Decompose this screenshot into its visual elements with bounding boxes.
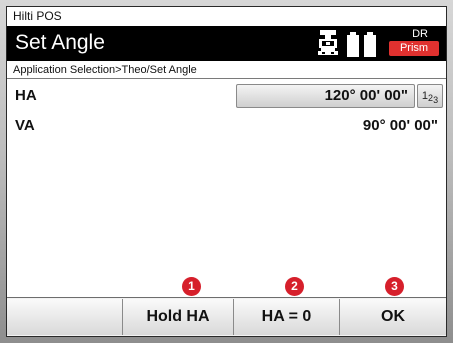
page-title: Set Angle <box>15 31 105 54</box>
app-title: Hilti POS <box>7 7 446 25</box>
header-bar: Set Angle DR Prism <box>7 26 446 61</box>
softkey-blank[interactable] <box>7 299 123 335</box>
instrument-icon <box>317 29 339 62</box>
callout-marker-2: 2 <box>285 277 304 296</box>
ok-button[interactable]: OK <box>340 299 446 335</box>
ha-row: HA 120° 00' 00" 123 <box>7 84 446 110</box>
numeric-input-label-3: 3 <box>433 95 439 105</box>
callout-marker-3: 3 <box>385 277 404 296</box>
ha-zero-button[interactable]: HA = 0 <box>234 299 340 335</box>
battery-icon <box>345 29 379 62</box>
target-type-badge[interactable]: Prism <box>389 41 439 56</box>
va-value: 90° 00' 00" <box>362 117 438 134</box>
numeric-input-button[interactable]: 123 <box>417 84 443 108</box>
softkey-bar: Hold HA HA = 0 OK <box>7 297 446 336</box>
breadcrumb: Application Selection>Theo/Set Angle <box>7 61 446 79</box>
ha-label: HA <box>15 87 37 104</box>
ha-value-field[interactable]: 120° 00' 00" <box>236 84 415 108</box>
dr-label: DR <box>412 28 428 40</box>
callout-marker-1: 1 <box>182 277 201 296</box>
va-row: VA 90° 00' 00" <box>7 114 446 140</box>
va-label: VA <box>15 117 35 134</box>
device-screen: Hilti POS Set Angle DR Prism Application… <box>6 6 447 337</box>
ha-value: 120° 00' 00" <box>324 87 408 104</box>
hold-ha-button[interactable]: Hold HA <box>123 299 234 335</box>
